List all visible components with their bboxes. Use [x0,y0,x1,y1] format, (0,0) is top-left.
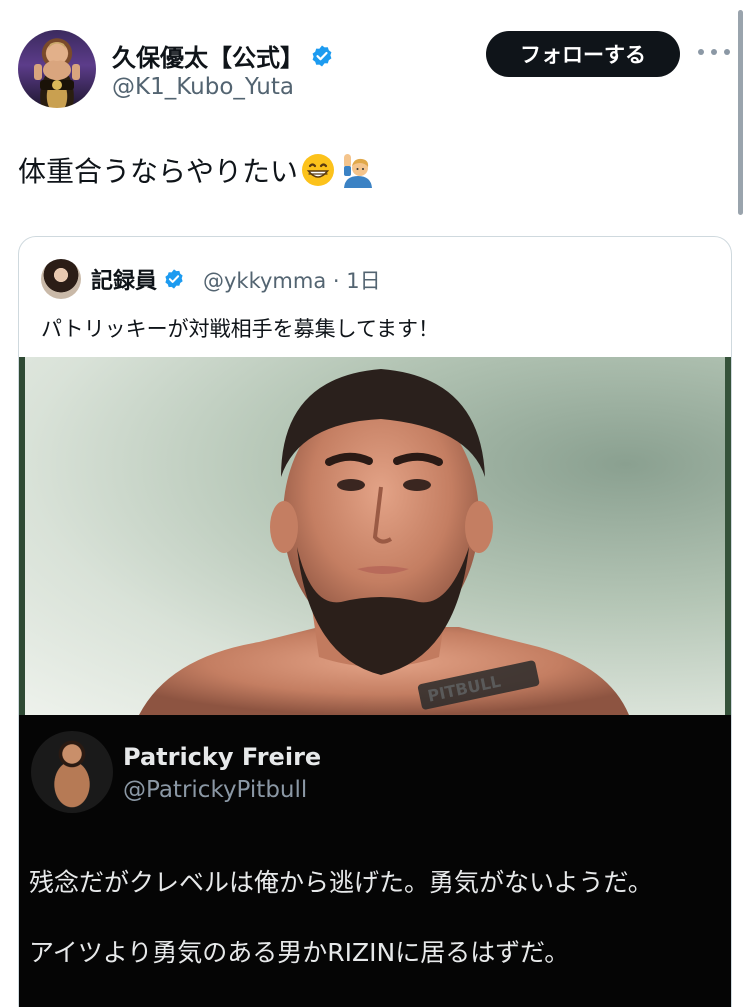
quoted-author-name-row[interactable]: 記録員 [91,263,185,295]
fighter-illustration: PITBULL [139,369,629,715]
follow-button[interactable]: フォローする [486,31,680,77]
person-raising-hand-emoji [344,154,373,188]
quoted-author-avatar[interactable] [41,259,81,299]
embedded-post-screenshot: Patricky Freire @PatrickyPitbull 残念だがクレベ… [19,715,731,1007]
verified-badge-icon [165,269,183,289]
embedded-author-avatar [31,731,113,813]
tweet-text: 体重合うならやりたい [18,155,299,188]
author-avatar[interactable] [18,30,96,108]
quoted-author-name[interactable]: 記録員 [91,263,157,295]
quoted-tweet-text: パトリッキーが対戦相手を募集してます！ [41,317,439,341]
profile-photo-icon [34,42,80,90]
author-name-row[interactable]: 久保優太【公式】 [112,38,334,73]
quoted-media[interactable]: PITBULL Patricky Freire @PatrickyPitbull… [19,357,731,1007]
author-handle[interactable]: @K1_Kubo_Yuta [112,74,294,100]
tweet-body: 体重合うならやりたい [18,150,374,190]
embedded-post-line-2: アイツより勇気のある男かRIZINに居るはずだ。 [29,938,570,967]
fighter-photo[interactable]: PITBULL [19,357,731,715]
more-dots-icon[interactable] [698,40,730,64]
tweet-header: 久保優太【公式】 @K1_Kubo_Yuta フォローする [0,0,750,120]
dot [698,49,704,55]
author-display-name[interactable]: 久保優太【公式】 [112,38,304,73]
dot [724,49,730,55]
quoted-handle-time: @ykkymma · 1日 [203,269,381,293]
verified-badge-icon [312,45,332,66]
photo-border-left [19,357,25,715]
scrollbar[interactable] [738,10,743,215]
grinning-face-emoji [302,154,335,186]
embedded-author-name: Patricky Freire [123,743,322,771]
embedded-post-line-1: 残念だがクレベルは俺から逃げた。勇気がないようだ。 [29,868,653,897]
photo-border-right [725,357,731,715]
quoted-tweet-card[interactable]: 記録員 @ykkymma · 1日 パトリッキーが対戦相手を募集してます！ PI… [18,236,732,1007]
dot [711,49,717,55]
embedded-author-handle: @PatrickyPitbull [123,777,308,803]
